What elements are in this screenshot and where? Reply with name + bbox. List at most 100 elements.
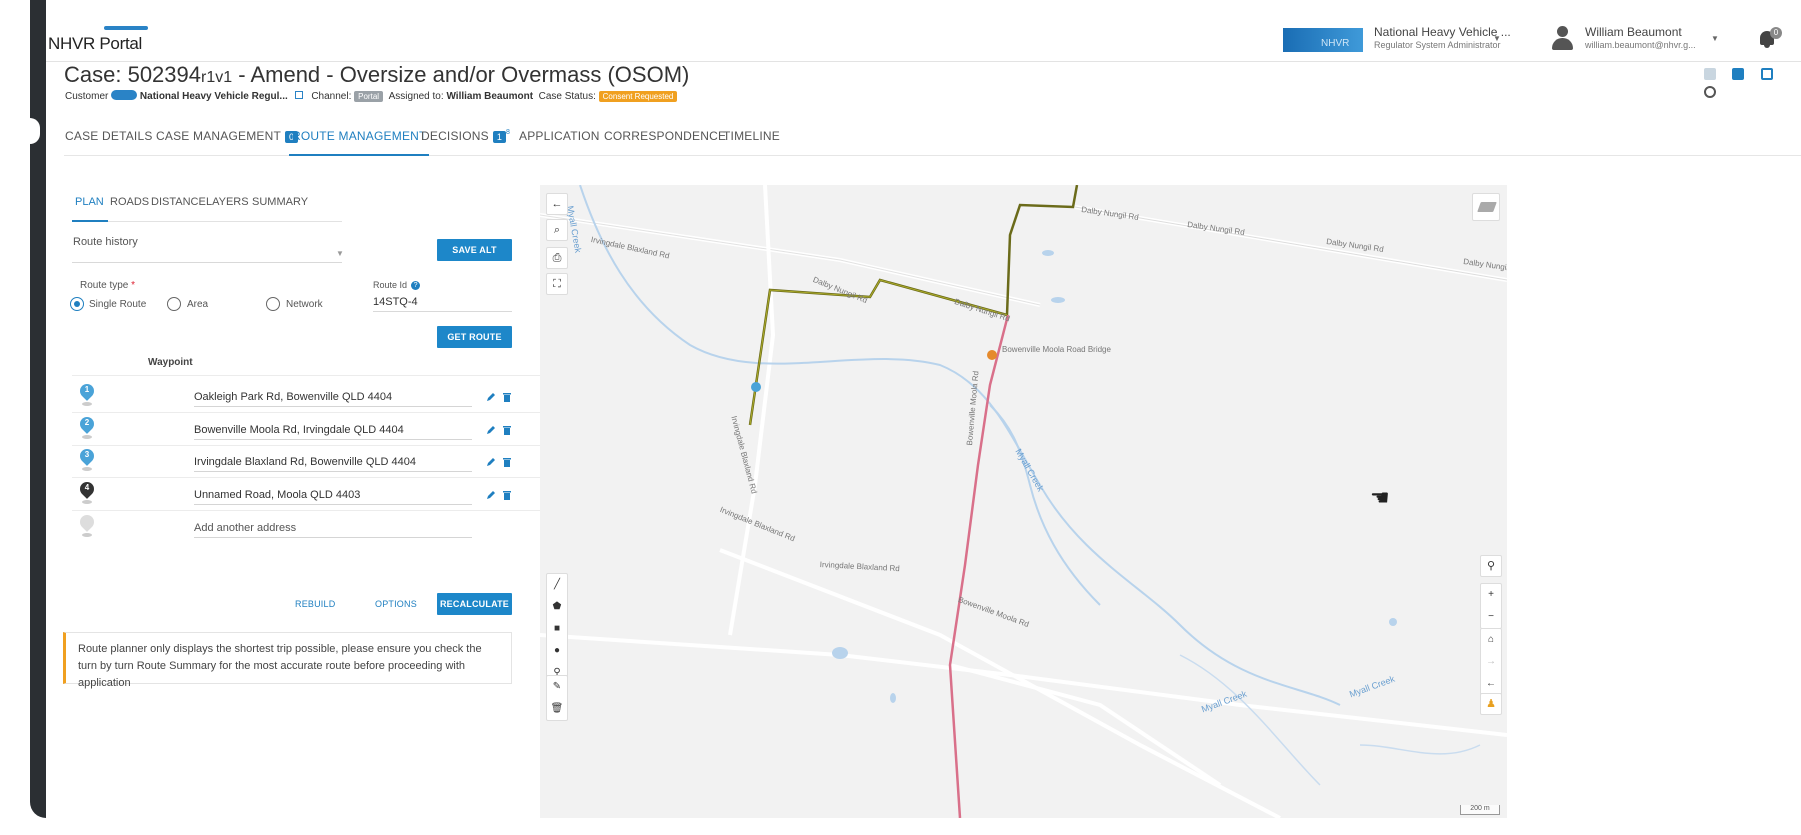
waypoint-address[interactable]: Unnamed Road, Moola QLD 4403: [194, 489, 360, 501]
waypoint-address[interactable]: Oakleigh Park Rd, Bowenville QLD 4404: [194, 391, 392, 403]
save-alt-button[interactable]: SAVE ALT: [437, 239, 512, 261]
route-history-select[interactable]: [72, 262, 342, 263]
map-scale: 200 m: [1460, 805, 1500, 815]
options-button[interactable]: OPTIONS: [375, 599, 417, 609]
map-fullscreen-icon[interactable]: ⛶: [546, 273, 568, 295]
forward-arrow-icon[interactable]: →: [1481, 651, 1501, 673]
customer-label: Customer: [65, 91, 109, 102]
notification-bell-icon[interactable]: 0: [1758, 27, 1782, 48]
tab-application[interactable]: APPLICATION: [519, 129, 600, 143]
draw-rectangle-icon[interactable]: ■: [547, 618, 567, 640]
subtab-summary[interactable]: SUMMARY: [252, 196, 308, 208]
user-chevron-down-icon[interactable]: ▼: [1711, 34, 1719, 43]
map-zoom-controls: + −: [1480, 583, 1502, 629]
map-location-pin-icon[interactable]: ⚲: [1480, 555, 1502, 577]
edit-pencil-icon[interactable]: [486, 425, 496, 435]
tab-decisions[interactable]: DECISIONS 1 8: [421, 129, 510, 143]
route-subtabs: PLAN ROADS DISTANCE LAYERS SUMMARY: [72, 192, 342, 222]
edit-pencil-icon[interactable]: [486, 457, 496, 467]
status-badge: Consent Requested: [598, 91, 678, 102]
route-id-underline: [373, 311, 512, 312]
route-id-value[interactable]: 14STQ-4: [373, 296, 418, 308]
edit-layers-icon[interactable]: ✎: [547, 676, 567, 698]
trash-icon[interactable]: [503, 490, 511, 500]
copy-icon[interactable]: [1760, 68, 1773, 80]
map-back-arrow-icon[interactable]: ←: [546, 193, 568, 215]
customer-name[interactable]: National Heavy Vehicle Regul...: [140, 91, 288, 102]
radio-single-route[interactable]: [70, 297, 84, 311]
edit-pencil-icon[interactable]: [486, 490, 496, 500]
map-print-icon[interactable]: ⎙: [546, 247, 568, 269]
route-id-label: Route Id?: [373, 280, 421, 290]
user-avatar-icon[interactable]: [1551, 26, 1573, 50]
map-draw-tools: ╱ ⬟ ■ ● ⚲: [546, 573, 568, 685]
case-number: Case: 502394: [64, 62, 201, 87]
case-revision: r1v1: [201, 69, 233, 86]
map-nav-controls: ⌂ → ←: [1480, 628, 1502, 696]
active-tab-indicator: [289, 154, 429, 156]
route-map[interactable]: Myall Creek Myall Creek Myall Creek Myal…: [540, 185, 1507, 818]
draw-line-icon[interactable]: ╱: [547, 574, 567, 596]
edit-pencil-icon[interactable]: [486, 392, 496, 402]
subtab-layers[interactable]: LAYERS: [206, 196, 249, 208]
waypoint-row: 1 Oakleigh Park Rd, Bowenville QLD 4404: [72, 380, 558, 413]
trash-icon[interactable]: [503, 457, 511, 467]
info-icon[interactable]: ?: [411, 281, 421, 290]
tab-route-management[interactable]: ROUTE MANAGEMENT: [292, 129, 427, 143]
draw-circle-icon[interactable]: ●: [547, 640, 567, 662]
waypoint-row: 2 Bowenville Moola Rd, Irvingdale QLD 44…: [72, 413, 558, 446]
user-menu[interactable]: William Beaumont william.beaumont@nhvr.g…: [1585, 26, 1696, 52]
rebuild-button[interactable]: REBUILD: [295, 599, 335, 609]
delete-layers-icon[interactable]: 🗑: [547, 698, 567, 720]
external-link-icon[interactable]: [294, 91, 303, 99]
recalculate-button[interactable]: RECALCULATE: [437, 593, 512, 615]
user-name: William Beaumont: [1585, 25, 1682, 39]
nhvr-portal-logo[interactable]: NHVR Portal: [48, 26, 148, 54]
map-layers-icon[interactable]: [1472, 193, 1500, 221]
add-address-input[interactable]: Add another address: [194, 522, 296, 534]
tab-case-details[interactable]: CASE DETAILS: [65, 129, 153, 143]
route-type-label: Route type *: [80, 280, 136, 291]
get-route-button[interactable]: GET ROUTE: [437, 326, 512, 348]
org-switcher[interactable]: National Heavy Vehicle ... Regulator Sys…: [1374, 26, 1511, 52]
decisions-sup: 8: [506, 129, 511, 136]
notification-count: 0: [1770, 27, 1782, 39]
tab-correspondence[interactable]: CORRESPONDENCE: [604, 129, 726, 143]
tab-timeline[interactable]: TIMELINE: [723, 129, 780, 143]
waypoint-address[interactable]: Irvingdale Blaxland Rd, Bowenville QLD 4…: [194, 456, 416, 468]
back-arrow-icon[interactable]: ←: [1481, 673, 1501, 695]
waypoint-address[interactable]: Bowenville Moola Rd, Irvingdale QLD 4404: [194, 424, 404, 436]
subtab-plan[interactable]: PLAN: [75, 196, 104, 208]
people-icon[interactable]: [1704, 68, 1716, 80]
trash-icon[interactable]: [503, 392, 511, 402]
zoom-in-icon[interactable]: +: [1481, 584, 1501, 606]
tab-case-management[interactable]: CASE MANAGEMENT 0: [156, 129, 299, 143]
radio-area[interactable]: [167, 297, 181, 311]
subtab-roads[interactable]: ROADS: [110, 196, 149, 208]
waypoint-pin-icon: 3: [77, 446, 97, 471]
clipboard-check-icon[interactable]: [1732, 68, 1745, 80]
assigned-user: William Beaumont: [446, 91, 534, 102]
subtab-distance[interactable]: DISTANCE: [151, 196, 206, 208]
zoom-out-icon[interactable]: −: [1481, 606, 1501, 628]
decisions-count: 1: [492, 131, 507, 143]
draw-polygon-icon[interactable]: ⬟: [547, 596, 567, 618]
history-icon[interactable]: [1704, 86, 1716, 98]
home-icon[interactable]: ⌂: [1481, 629, 1501, 651]
trash-icon[interactable]: [503, 425, 511, 435]
map-label-bridge: Bowenville Moola Road Bridge: [1002, 345, 1111, 354]
street-view-pegman-icon[interactable]: ♟: [1480, 693, 1502, 715]
active-subtab-indicator: [72, 220, 108, 222]
route-history-chevron-down-icon[interactable]: ▼: [336, 249, 344, 258]
map-search-icon[interactable]: ⌕: [546, 219, 568, 241]
notice-text: Route planner only displays the shortest…: [78, 643, 482, 689]
radio-network[interactable]: [266, 297, 280, 311]
empty-pin-icon: [77, 512, 97, 537]
customer-logo: [111, 90, 138, 100]
case-actions: [1704, 67, 1801, 103]
org-logo[interactable]: NHVR: [1283, 28, 1363, 52]
case-type: - Amend - Oversize and/or Overmass (OSOM…: [232, 62, 690, 87]
case-tabs: CASE DETAILS CASE MANAGEMENT 0 ROUTE MANA…: [64, 118, 1801, 156]
org-chevron-down-icon[interactable]: ▼: [1493, 34, 1501, 43]
waypoint-pin-icon: 2: [77, 414, 97, 439]
